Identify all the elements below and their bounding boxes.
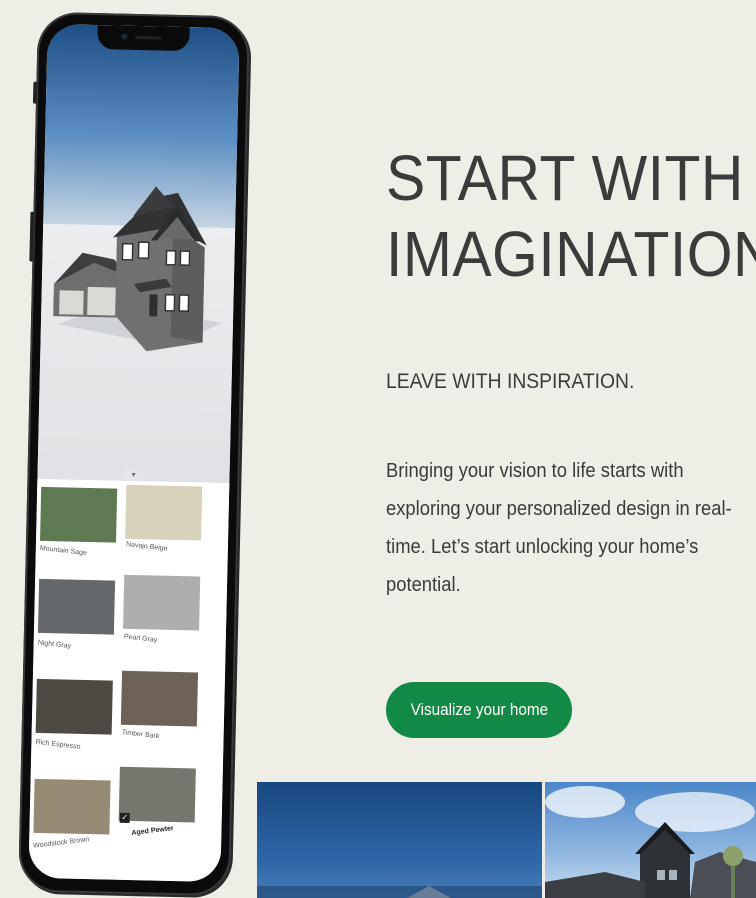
swatch-timber-bark[interactable] <box>120 670 199 727</box>
visualize-home-button[interactable]: Visualize your home <box>386 682 572 738</box>
swatch-label: Woodstock Brown <box>32 836 90 850</box>
swatch-label: Rich Espresso <box>35 738 81 751</box>
phone-mute-switch <box>32 81 38 104</box>
phone-mockup: ▾ Mountain Sage Navajo Beige Night Gray … <box>18 11 250 897</box>
swatch-navajo-beige[interactable] <box>125 484 203 541</box>
house-3d-render <box>53 186 221 352</box>
swatch-label: Night Gray <box>37 639 72 651</box>
house-photo-dusk-image <box>257 886 542 898</box>
swatch-label: Pearl Gray <box>123 633 158 645</box>
hero-body-text: Bringing your vision to life starts with… <box>386 460 732 596</box>
house-photo-daytime-image <box>545 786 756 898</box>
swatch-rich-espresso[interactable] <box>35 678 113 735</box>
phone-screen: ▾ Mountain Sage Navajo Beige Night Gray … <box>28 23 240 883</box>
house-photo-dusk <box>257 782 542 898</box>
house-photo-daytime <box>545 782 756 898</box>
camera-icon <box>121 33 128 40</box>
swatch-night-gray[interactable] <box>37 578 116 635</box>
swatch-label: Navajo Beige <box>125 541 168 553</box>
phone-notch <box>97 25 190 52</box>
headline-line-2: IMAGINATION <box>386 218 756 290</box>
swatch-label: Mountain Sage <box>39 544 88 557</box>
hero-subheadline: LEAVE WITH INSPIRATION. <box>386 370 635 393</box>
checkmark-icon: ✓ <box>119 812 130 823</box>
color-swatch-panel: Mountain Sage Navajo Beige Night Gray Pe… <box>28 478 230 883</box>
swatch-aged-pewter[interactable] <box>118 766 196 823</box>
speaker-icon <box>135 35 162 40</box>
headline-line-1: START WITH <box>386 142 744 214</box>
visualize-home-label: Visualize your home <box>410 700 548 719</box>
swatch-pearl-gray[interactable] <box>123 574 201 631</box>
chevron-down-icon[interactable]: ▾ <box>123 468 144 482</box>
hero-headline: START WITH IMAGINATION <box>386 140 756 292</box>
swatch-label-selected: Aged Pewter <box>131 825 175 837</box>
swatch-label: Timber Bark <box>121 729 160 741</box>
swatch-woodstock-brown[interactable] <box>33 778 111 835</box>
phone-volume-button <box>29 211 35 262</box>
swatch-mountain-sage[interactable] <box>40 486 118 543</box>
